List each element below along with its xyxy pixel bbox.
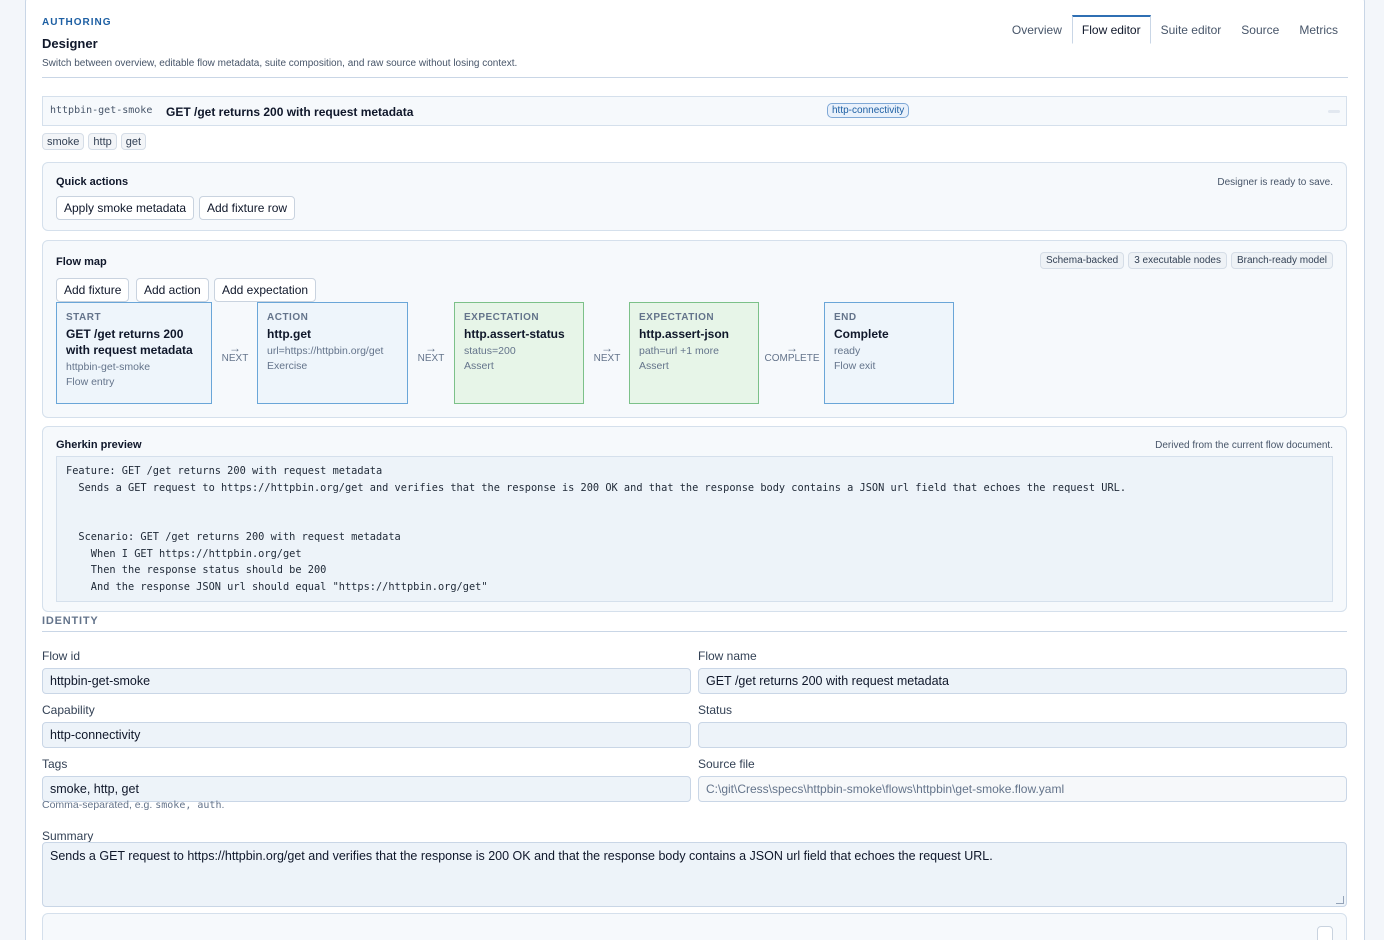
flow-map-title: Flow map: [56, 256, 107, 268]
node-count-badge: 3 executable nodes: [1128, 252, 1227, 269]
node-role: Assert: [464, 360, 494, 372]
tab-suite-editor[interactable]: Suite editor: [1151, 15, 1232, 44]
tag-chip: smoke: [42, 133, 85, 150]
flow-header-bar[interactable]: httpbin-get-smoke GET /get returns 200 w…: [42, 96, 1347, 126]
node-detail: url=https://httpbin.org/get: [267, 345, 384, 357]
node-type: START: [66, 312, 102, 323]
node-connector: → COMPLETE: [764, 341, 820, 364]
help-suffix: .: [221, 799, 225, 811]
flow-node-end[interactable]: END Complete ready Flow exit: [824, 302, 954, 404]
node-role: Exercise: [267, 360, 308, 372]
node-connector: → NEXT: [215, 341, 255, 364]
node-type: EXPECTATION: [464, 312, 540, 323]
flow-name-field-label: Flow name: [698, 649, 757, 663]
node-connector: → NEXT: [587, 341, 627, 364]
tab-source[interactable]: Source: [1231, 15, 1289, 44]
arrow-right-icon: →: [786, 341, 798, 355]
flow-node-expectation-json[interactable]: EXPECTATION http.assert-json path=url +1…: [629, 302, 759, 404]
tags-field-label: Tags: [42, 757, 68, 771]
tab-metrics[interactable]: Metrics: [1289, 15, 1348, 44]
capability-field-label: Capability: [42, 703, 95, 717]
source-file-field-label: Source file: [698, 757, 755, 771]
apply-smoke-metadata-button[interactable]: Apply smoke metadata: [56, 196, 195, 220]
flow-node-start[interactable]: START GET /get returns 200 with request …: [56, 302, 212, 404]
add-fixture-button[interactable]: Add fixture: [56, 278, 130, 302]
summary-text: Sends a GET request to https://httpbin.o…: [50, 849, 993, 863]
tab-flow-editor[interactable]: Flow editor: [1071, 15, 1151, 44]
resize-handle-icon[interactable]: [1336, 896, 1344, 904]
connector-label: COMPLETE: [764, 353, 820, 364]
capability-field[interactable]: http-connectivity: [42, 722, 691, 748]
status-field[interactable]: [698, 722, 1347, 748]
summary-field-label: Summary: [42, 829, 94, 843]
tag-chips: smoke http get: [42, 133, 147, 150]
status-field-label: Status: [698, 703, 733, 717]
connector-label: NEXT: [593, 353, 621, 364]
add-action-button[interactable]: Add action: [136, 278, 209, 302]
tab-divider: [42, 77, 1348, 78]
arrow-right-icon: →: [229, 341, 241, 355]
tab-bar: Overview Flow editor Suite editor Source…: [1002, 15, 1348, 44]
gherkin-note: Derived from the current flow document.: [1155, 440, 1333, 451]
flow-id-label: httpbin-get-smoke: [50, 105, 153, 116]
fixtures-card: [42, 913, 1347, 940]
node-type: ACTION: [267, 312, 309, 323]
connector-label: NEXT: [417, 353, 445, 364]
gherkin-title: Gherkin preview: [56, 439, 142, 451]
node-connector: → NEXT: [411, 341, 451, 364]
flow-map-badges: Schema-backed 3 executable nodes Branch-…: [1039, 252, 1333, 269]
node-title: http.assert-json: [639, 327, 730, 341]
gherkin-preview-card: Gherkin preview Derived from the current…: [42, 426, 1347, 612]
source-file-field[interactable]: C:\git\Cress\specs\httpbin-smoke\flows\h…: [698, 776, 1347, 802]
node-title: http.get: [267, 327, 311, 341]
flow-id-field-label: Flow id: [42, 649, 81, 663]
tags-help-text: Comma-separated, e.g. smoke, auth.: [42, 799, 224, 811]
node-role: Flow entry: [66, 376, 115, 388]
flow-id-field[interactable]: httpbin-get-smoke: [42, 668, 691, 694]
capability-badge: http-connectivity: [827, 103, 910, 118]
node-title: Complete: [834, 327, 889, 341]
node-role: Flow exit: [834, 360, 876, 372]
page-subtitle: Switch between overview, editable flow m…: [42, 58, 518, 69]
tag-chip: http: [88, 133, 117, 150]
gherkin-text[interactable]: Feature: GET /get returns 200 with reque…: [56, 456, 1333, 602]
summary-field[interactable]: Sends a GET request to https://httpbin.o…: [42, 842, 1347, 907]
node-type: END: [834, 312, 857, 323]
add-expectation-button[interactable]: Add expectation: [214, 278, 317, 302]
quick-actions-card: Quick actions Designer is ready to save.…: [42, 162, 1347, 231]
node-detail: ready: [834, 345, 861, 357]
help-example: smoke, auth: [155, 800, 222, 811]
node-title: http.assert-status: [464, 327, 565, 341]
node-title: GET /get returns 200 with request metada…: [66, 327, 193, 357]
add-fixture-row-button[interactable]: Add fixture row: [199, 196, 296, 220]
flow-map-card: Flow map Schema-backed 3 executable node…: [42, 240, 1347, 418]
flow-name-label: GET /get returns 200 with request metada…: [166, 105, 414, 119]
node-detail: status=200: [464, 345, 516, 357]
node-role: Assert: [639, 360, 669, 372]
page-title: Designer: [42, 36, 98, 51]
flow-node-expectation-status[interactable]: EXPECTATION http.assert-status status=20…: [454, 302, 584, 404]
quick-actions-title: Quick actions: [56, 176, 129, 188]
designer-panel: AUTHORING Designer Switch between overvi…: [25, 0, 1365, 940]
node-detail: path=url +1 more: [639, 345, 719, 357]
tag-chip: get: [120, 133, 147, 150]
node-type: EXPECTATION: [639, 312, 715, 323]
save-status: Designer is ready to save.: [1217, 177, 1333, 188]
flow-name-field[interactable]: GET /get returns 200 with request metada…: [698, 668, 1347, 694]
identity-section-heading: IDENTITY: [42, 615, 1347, 632]
help-prefix: Comma-separated, e.g.: [42, 799, 153, 811]
collapse-handle[interactable]: [1328, 110, 1340, 113]
schema-badge: Schema-backed: [1039, 252, 1125, 269]
eyebrow-label: AUTHORING: [42, 17, 112, 28]
flow-node-action[interactable]: ACTION http.get url=https://httpbin.org/…: [257, 302, 408, 404]
arrow-right-icon: →: [425, 341, 437, 355]
node-detail: httpbin-get-smoke: [66, 361, 151, 373]
add-fixture-bottom-button[interactable]: [1317, 926, 1333, 940]
connector-label: NEXT: [221, 353, 249, 364]
arrow-right-icon: →: [601, 341, 613, 355]
branch-badge: Branch-ready model: [1230, 252, 1333, 269]
tab-overview[interactable]: Overview: [1002, 15, 1072, 44]
